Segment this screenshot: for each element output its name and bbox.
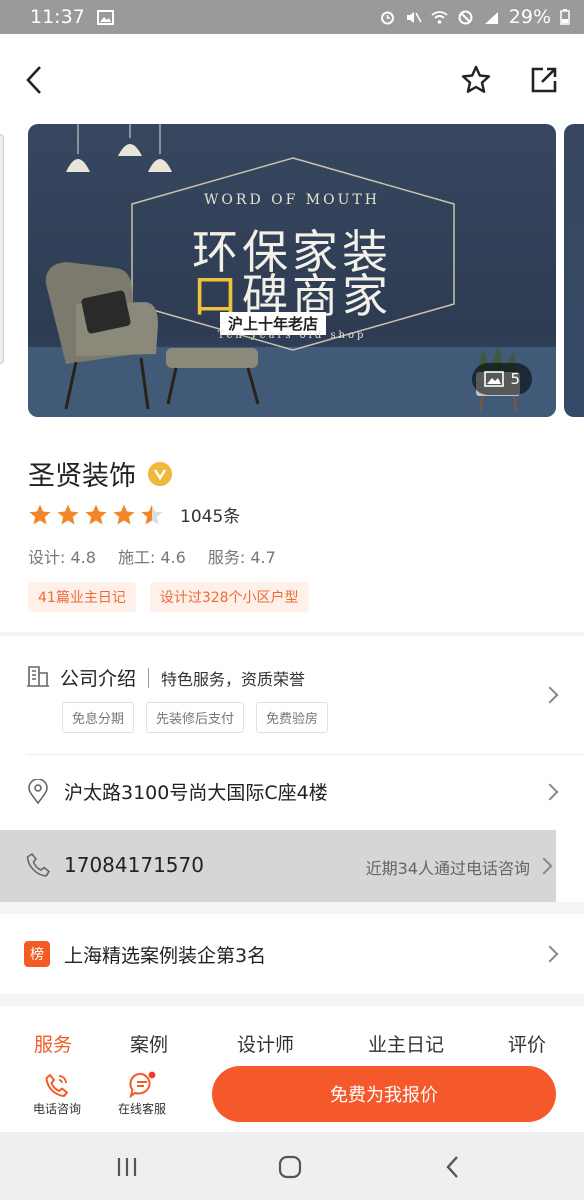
- alarm-icon: [380, 11, 394, 24]
- service-chips: 免息分期 先装修后支付 免费验房: [62, 702, 329, 733]
- star-full-icon: [113, 504, 135, 524]
- call-icon-wrap: [17, 1070, 97, 1100]
- diary-tag[interactable]: 41篇业主日记: [28, 582, 136, 612]
- battery-icon: [560, 9, 570, 25]
- star-full-icon: [85, 504, 107, 524]
- image-icon: [484, 371, 505, 387]
- image-carousel[interactable]: WORD OF MOUTH 环保家装 口碑商家 沪上十年老店 Ten years…: [0, 124, 584, 420]
- top-nav-bar: [0, 34, 584, 124]
- banner-word-of-mouth: WORD OF MOUTH: [204, 192, 380, 208]
- company-section: 公司介绍 特色服务，资质荣誉 免息分期 先装修后支付 免费验房 沪太路3100号…: [0, 636, 584, 830]
- design-score: 设计: 4.8: [28, 548, 96, 567]
- call-label: 电话咨询: [32, 1102, 81, 1116]
- company-intro-subtitle: 特色服务，资质荣誉: [161, 669, 306, 689]
- star-full-icon: [29, 504, 51, 524]
- title-separator: [148, 667, 150, 688]
- back-button[interactable]: [18, 64, 50, 96]
- tab-reviews[interactable]: 评价: [508, 1030, 546, 1057]
- service-score: 服务: 4.7: [207, 548, 276, 567]
- ranking-text: 上海精选案例装企第3名: [64, 945, 267, 967]
- address-text: 沪太路3100号尚大国际C座4楼: [64, 782, 328, 804]
- status-time: 11:37: [30, 6, 85, 28]
- star-rating: 1045条: [28, 502, 240, 527]
- share-button[interactable]: [528, 64, 560, 96]
- ranking-icon: 榜: [24, 941, 50, 967]
- review-count: 1045条: [180, 507, 241, 527]
- shop-name: 圣贤装饰: [28, 461, 136, 492]
- company-intro-title: 公司介绍: [60, 668, 137, 690]
- signal-icon: [484, 11, 498, 24]
- gallery-notification-icon: [96, 9, 114, 25]
- construction-score: 施工: 4.6: [117, 548, 186, 567]
- chat-icon: [129, 1071, 156, 1099]
- building-icon: [27, 666, 49, 687]
- location-pin-icon: [28, 779, 48, 805]
- chevron-right-icon: [541, 945, 559, 963]
- banner-image[interactable]: WORD OF MOUTH 环保家装 口碑商家 沪上十年老店 Ten years…: [28, 124, 556, 417]
- shop-info-card: 圣贤装饰 1045条 设计: 4.8 施工: 4.6 服务: 4.7 41篇业主…: [0, 420, 584, 632]
- section-tabs: 服务 案例 设计师 业主日记 评价: [0, 1030, 584, 1060]
- battery-text: 29%: [508, 6, 551, 28]
- star-full-icon: [57, 504, 79, 524]
- tab-designers[interactable]: 设计师: [237, 1030, 294, 1057]
- tab-service[interactable]: 服务: [34, 1030, 72, 1057]
- service-chip: 先装修后支付: [146, 702, 245, 733]
- service-chip: 免息分期: [62, 702, 135, 733]
- system-back-button[interactable]: [438, 1152, 468, 1182]
- photo-count: 5: [510, 370, 520, 388]
- score-list: 设计: 4.8 施工: 4.6 服务: 4.7: [28, 544, 276, 568]
- shop-tags: 41篇业主日记 设计过328个小区户型: [28, 582, 309, 612]
- favorite-button[interactable]: [460, 64, 492, 96]
- free-quote-button[interactable]: 免费为我报价: [212, 1066, 556, 1122]
- star-half-icon: [141, 504, 163, 524]
- chat-icon-wrap: [102, 1070, 182, 1100]
- back-arrow-icon: [26, 66, 41, 94]
- phone-call-icon: [45, 1074, 68, 1097]
- system-back-icon: [446, 1156, 458, 1178]
- phone-icon: [26, 853, 50, 877]
- chat-label: 在线客服: [117, 1102, 166, 1116]
- phone-consult-note: 近期34人通过电话咨询: [365, 859, 530, 878]
- company-intro-title-row: 公司介绍 特色服务，资质荣誉: [60, 664, 305, 691]
- chevron-right-icon: [541, 783, 559, 801]
- divider: [26, 754, 584, 755]
- status-bar: 11:37 29%: [0, 0, 584, 34]
- phone-row[interactable]: 17084171570 近期34人通过电话咨询: [0, 830, 556, 902]
- recent-apps-icon: [117, 1158, 137, 1176]
- star-outline-icon: [461, 65, 491, 93]
- floorplan-tag[interactable]: 设计过328个小区户型: [149, 582, 309, 612]
- chevron-right-icon: [535, 857, 553, 875]
- phone-number: 17084171570: [64, 853, 204, 877]
- ranking-row[interactable]: 榜 上海精选案例装企第3名: [0, 914, 584, 994]
- mute-icon: [406, 11, 422, 23]
- chevron-right-icon: [541, 686, 559, 704]
- share-icon: [531, 67, 557, 93]
- service-chip: 免费验房: [256, 702, 329, 733]
- home-button[interactable]: [275, 1152, 305, 1182]
- home-icon: [278, 1155, 302, 1179]
- verified-icon: [148, 461, 172, 486]
- carousel-next-peek: [564, 124, 584, 417]
- call-button[interactable]: 电话咨询: [17, 1070, 97, 1117]
- tab-owner-diary[interactable]: 业主日记: [368, 1030, 444, 1057]
- bottom-bar: 服务 案例 设计师 业主日记 评价 电话咨询 在线客服 免费为我报价: [0, 1006, 584, 1132]
- no-signal-icon: [458, 10, 473, 24]
- tab-cases[interactable]: 案例: [130, 1030, 168, 1057]
- wifi-icon: [431, 10, 448, 24]
- carousel-prev-peek: [0, 134, 4, 364]
- chat-button[interactable]: 在线客服: [102, 1070, 182, 1117]
- shop-name-row: 圣贤装饰: [28, 454, 172, 493]
- armchair-graphic: [45, 262, 260, 410]
- system-nav-bar: [0, 1132, 584, 1200]
- phone-row-edge: [556, 830, 584, 902]
- recent-apps-button[interactable]: [112, 1152, 142, 1182]
- photo-count-badge[interactable]: 5: [472, 363, 532, 395]
